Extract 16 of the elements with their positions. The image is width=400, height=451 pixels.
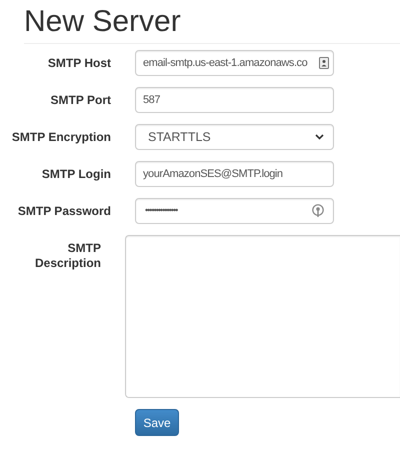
key-icon[interactable] <box>312 204 324 218</box>
field-label: SMTP Login <box>42 167 111 182</box>
text-field[interactable]: email-smtp.us-east-1.amazonaws.co <box>135 50 334 76</box>
chevron-down-icon <box>315 134 324 140</box>
password-field[interactable]: ••••••••••••••• <box>135 198 334 224</box>
text-field[interactable]: 587 <box>135 87 334 113</box>
field-label: SMTP Encryption <box>12 130 111 145</box>
text-field[interactable]: yourAmazonSES@SMTP.login <box>135 161 334 187</box>
page-title: New Server <box>24 4 181 40</box>
contact-card-icon[interactable] <box>319 57 329 69</box>
field-label: SMTP Port <box>50 93 111 108</box>
field-label: SMTP Description <box>34 241 101 271</box>
dropdown[interactable]: STARTTLS <box>135 124 334 150</box>
field-label: SMTP Host <box>48 56 111 71</box>
save-button[interactable]: Save <box>135 409 179 436</box>
field-label: SMTP Password <box>18 204 111 219</box>
